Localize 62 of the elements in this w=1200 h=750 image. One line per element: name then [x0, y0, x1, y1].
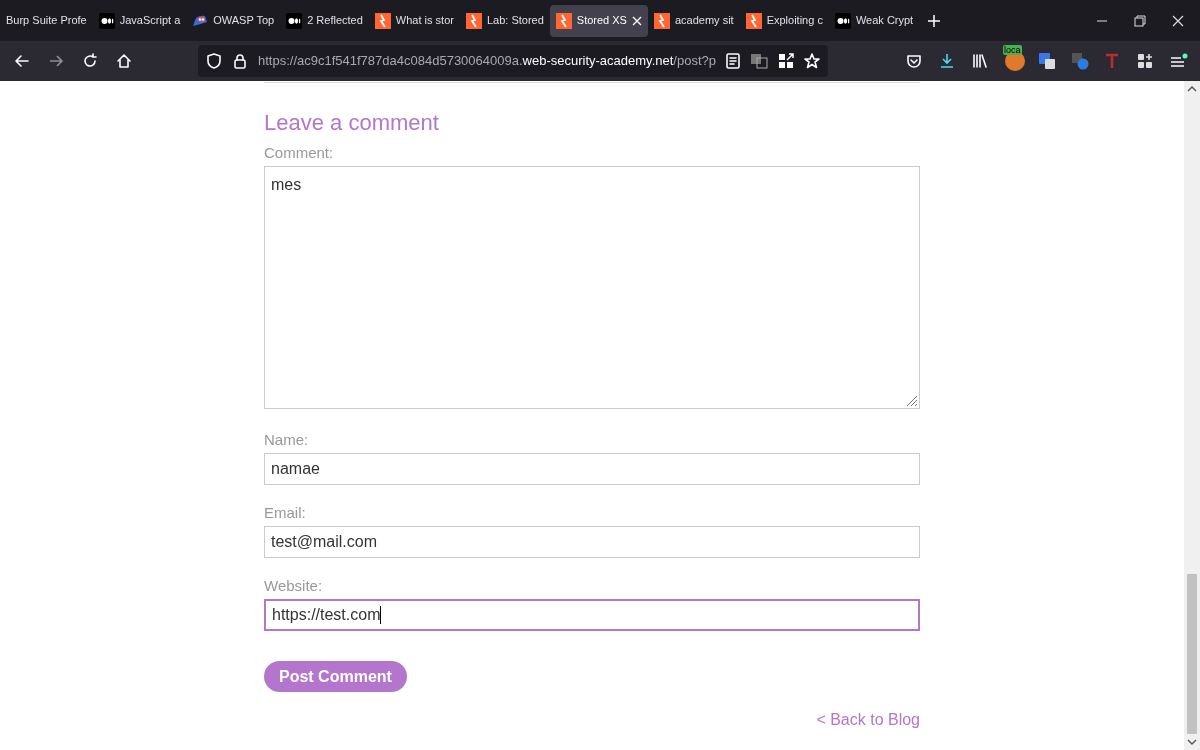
tab-title: academy sit — [674, 13, 734, 29]
browser-tab[interactable]: 2 Reflected — [280, 4, 369, 37]
browser-tab[interactable]: What is stor — [368, 4, 460, 37]
tab-title: Lab: Stored — [486, 13, 544, 29]
browser-tab[interactable]: OWASP Top — [186, 4, 281, 37]
browser-tab[interactable]: Burp Suite Profe — [0, 4, 93, 37]
new-tab-icon[interactable] — [927, 13, 942, 28]
browser-tab[interactable]: Lab: Stored — [459, 4, 550, 37]
back-icon[interactable] — [14, 53, 30, 69]
tab-title: Burp Suite Profe — [6, 13, 87, 29]
shield-icon[interactable] — [206, 53, 222, 69]
field-label: Name: — [264, 431, 310, 449]
scroll-down-icon[interactable] — [1187, 738, 1197, 746]
tab-title: Exploiting c — [766, 13, 823, 29]
field-label: Email: — [264, 504, 307, 522]
forward-icon[interactable] — [48, 53, 64, 69]
extensions-icon[interactable] — [1137, 53, 1153, 69]
tab-title: Weak Crypt — [855, 13, 914, 29]
browser-tab[interactable]: Weak Crypt — [828, 4, 920, 37]
lightning-icon — [555, 12, 572, 29]
tab-title: OWASP Top — [213, 13, 275, 29]
library-icon[interactable] — [972, 53, 988, 69]
browser-tab[interactable]: JavaScript a — [92, 4, 187, 37]
lightning-icon — [653, 12, 670, 29]
dots-icon — [834, 12, 851, 29]
browser-tab[interactable]: Stored XS — [549, 4, 648, 37]
tab-title: Stored XS — [576, 13, 627, 29]
input-field[interactable]: https://test.com — [264, 599, 920, 631]
star-icon[interactable] — [804, 53, 820, 69]
dots-icon — [98, 12, 115, 29]
pocket-icon[interactable] — [906, 53, 922, 69]
browser-tab[interactable]: academy sit — [647, 4, 740, 37]
lightning-icon — [465, 12, 482, 29]
lightning-icon — [374, 12, 391, 29]
lightning-icon — [745, 12, 762, 29]
restore-icon[interactable] — [1134, 14, 1146, 27]
address-bar[interactable]: https://ac9c1f541f787da4c084d5730064009a.web-security-academy.net/post?p — [198, 45, 828, 77]
scroll-up-icon[interactable] — [1187, 85, 1197, 93]
tab-title: JavaScript a — [119, 13, 181, 29]
lock-icon[interactable] — [232, 53, 248, 69]
comment-textarea[interactable]: mes — [264, 166, 920, 409]
resize-handle-icon[interactable] — [906, 395, 918, 407]
browser-tab[interactable]: Exploiting c — [739, 4, 829, 37]
input-field[interactable]: namae — [264, 453, 920, 485]
t-letter-icon[interactable] — [1104, 53, 1120, 69]
dots-icon — [286, 12, 303, 29]
field-label: Comment: — [264, 144, 335, 162]
tab-title: What is stor — [395, 13, 454, 29]
download-icon[interactable] — [939, 53, 955, 69]
input-field[interactable]: test@mail.com — [264, 526, 920, 558]
grid-icon[interactable] — [778, 53, 794, 69]
section-heading: Leave a comment — [264, 109, 440, 137]
tab-title: 2 Reflected — [307, 13, 363, 29]
reload-icon[interactable] — [82, 53, 98, 69]
close-icon[interactable] — [1172, 14, 1184, 27]
url-text: https://ac9c1f541f787da4c084d5730064009a.web-security-academy.net/post?p — [258, 52, 716, 71]
extension-badge: loca — [1003, 45, 1022, 55]
reader-view-icon[interactable] — [726, 53, 740, 69]
scrollbar-thumb[interactable] — [1187, 574, 1197, 734]
menu-icon[interactable] — [1170, 53, 1188, 69]
home-icon[interactable] — [116, 53, 132, 69]
field-label: Website: — [264, 577, 324, 595]
